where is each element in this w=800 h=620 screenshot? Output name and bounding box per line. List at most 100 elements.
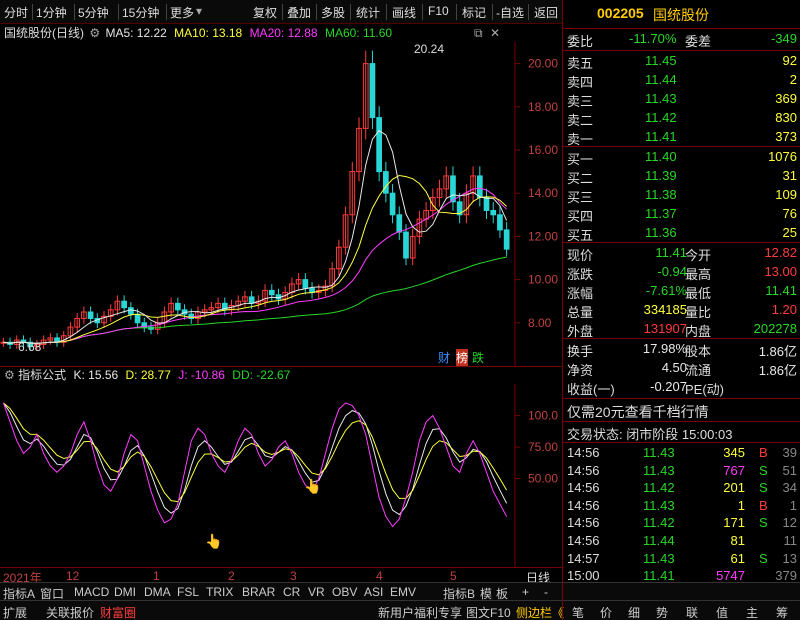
tick-row: 14:56 11.42 171 S 12 [567, 515, 797, 531]
tick-row: 15:00 11.41 5747 379 [567, 568, 797, 584]
chart-title: 国统股份(日线) [4, 26, 84, 40]
kdj-j-label: J: -10.86 [178, 368, 225, 382]
main-chart-legend: 国统股份(日线) ⚙ MA5: 12.22 MA10: 13.18 MA20: … [4, 24, 392, 42]
indicator-name[interactable]: 指标公式 [18, 368, 66, 382]
candle-body [248, 296, 255, 304]
candle-body [174, 302, 181, 311]
ask-level[interactable]: 卖五 11.45 92 [563, 52, 800, 71]
ask-level[interactable]: 卖一 11.41 373 [563, 128, 800, 147]
candle-body [497, 214, 503, 231]
toolbar-btn-back[interactable]: 返回 [534, 4, 558, 21]
tab-obv[interactable]: OBV [332, 585, 357, 599]
toolbar-btn-1min[interactable]: 1分钟 [36, 4, 67, 21]
toolbar-btn-15min[interactable]: 15分钟 [122, 4, 159, 21]
related-quotes-button[interactable]: 关联报价 [46, 604, 94, 620]
new-user-promo[interactable]: 新用户福利专享 [378, 604, 462, 620]
window-restore-icon[interactable]: ⧉ [474, 26, 483, 41]
time-tick: 5 [450, 569, 457, 583]
ma10-label: MA10: 13.18 [174, 26, 243, 40]
tab-asi[interactable]: ASI [364, 585, 383, 599]
tab-brar[interactable]: BRAR [242, 585, 275, 599]
tab-fsl[interactable]: FSL [177, 585, 199, 599]
indicator-chart[interactable]: 100.0 75.00 50.00 [0, 384, 562, 567]
time-tick: 3 [290, 569, 297, 583]
tick-row: 14:56 11.43 767 S 51 [567, 462, 797, 478]
sidebar-toggle[interactable]: 侧边栏《 [516, 604, 564, 620]
indicator-tick: 100.0 [528, 409, 558, 423]
tab-dma[interactable]: DMA [144, 585, 171, 599]
candle-body [389, 192, 396, 216]
tick-row: 14:56 11.43 1 B 1 [567, 497, 797, 513]
f10-button[interactable]: 图文F10 [466, 604, 511, 620]
wealth-circle-button[interactable]: 财富圈 [100, 604, 136, 620]
candle-body [369, 63, 376, 119]
settings-gear-icon[interactable]: ⚙ [89, 26, 100, 40]
toolbar-btn-draw[interactable]: 画线 [392, 4, 416, 21]
bid-level[interactable]: 买三 11.38 109 [563, 186, 800, 205]
promo-row[interactable]: 仅需20元查看千档行情 [563, 401, 800, 421]
tab-emv[interactable]: EMV [390, 585, 416, 599]
stats-row: 收益(一) -0.207 PE(动) [567, 379, 725, 397]
tick-row: 14:56 11.42 201 S 34 [567, 480, 797, 496]
stats-row: 换手 17.98% 股本 1.86亿 [567, 341, 797, 359]
toolbar-btn-add-watchlist[interactable]: -自选 [496, 4, 524, 21]
tick-row: 14:56 11.43 345 B 39 [567, 445, 797, 460]
toolbar-btn-statistics[interactable]: 统计 [356, 4, 380, 21]
zoom-in-button[interactable]: + [522, 585, 529, 599]
trade-status: 交易状态: 闭市阶段 15:00:03 [567, 427, 733, 442]
settings-gear-icon[interactable]: ⚙ [4, 368, 15, 382]
tab-trix[interactable]: TRIX [206, 585, 233, 599]
indicator-tick: 75.00 [528, 440, 558, 454]
bid-level[interactable]: 买四 11.37 76 [563, 205, 800, 224]
tab-macd[interactable]: MACD [74, 585, 109, 599]
stock-name: 国统股份 [653, 7, 709, 23]
candle-body [121, 300, 127, 309]
toolbar-btn-mark[interactable]: 标记 [462, 4, 486, 21]
badge-finance[interactable]: 财 [438, 349, 450, 366]
toolbar-btn-timeshare[interactable]: 分时 [4, 4, 28, 21]
badge-rank[interactable]: 榜 [456, 349, 469, 366]
price-tick: 18.00 [528, 100, 558, 114]
promo-text[interactable]: 仅需20元查看千档行情 [567, 402, 709, 422]
tab-cr[interactable]: CR [283, 585, 300, 599]
candle-body [450, 175, 456, 203]
low-annotation: 6.68 [18, 340, 42, 354]
ask-level[interactable]: 卖三 11.43 369 [563, 90, 800, 109]
hand-pointer-icon: 👆 [205, 533, 223, 549]
tab-vr[interactable]: VR [308, 585, 325, 599]
tab-dmi[interactable]: DMI [114, 585, 136, 599]
kdj-dd-label: DD: -22.67 [232, 368, 291, 382]
toolbar-btn-multi-stock[interactable]: 多股 [321, 4, 345, 21]
quote-panel: 002205 国统股份 委比 -11.70% 委差 -349 卖五 11.45 … [562, 0, 800, 620]
candle-body [302, 279, 309, 289]
price-tick: 12.00 [528, 229, 558, 243]
quote-row: 外盘 131907 内盘 202278 [567, 321, 797, 339]
toolbar-btn-overlay[interactable]: 叠加 [287, 4, 311, 21]
ask-level[interactable]: 卖四 11.44 2 [563, 71, 800, 90]
candle-body [476, 175, 483, 199]
candle-body [483, 197, 490, 211]
chevron-down-icon[interactable]: ▾ [196, 4, 202, 18]
quote-row: 总量 334185 量比 1.20 [567, 302, 797, 320]
toolbar-btn-5min[interactable]: 5分钟 [78, 4, 109, 21]
price-tick: 10.00 [528, 273, 558, 287]
bid-level[interactable]: 买五 11.36 25 [563, 224, 800, 243]
price-tick: 8.00 [528, 316, 552, 330]
zoom-out-button[interactable]: - [544, 585, 548, 599]
toolbar-btn-f10[interactable]: F10 [428, 4, 449, 18]
time-tick: 1 [153, 569, 160, 583]
toolbar-btn-restore-rights[interactable]: 复权 [253, 4, 277, 21]
stats-row: 净资 4.50 流通 1.86亿 [567, 360, 797, 378]
ask-level[interactable]: 卖二 11.42 830 [563, 109, 800, 128]
weibi-row: 委比 -11.70% 委差 -349 [567, 31, 797, 49]
bid-level[interactable]: 买二 11.39 31 [563, 167, 800, 186]
expand-button[interactable]: 扩展 [3, 604, 27, 620]
candle-body [376, 117, 382, 173]
candlestick-chart[interactable]: 20.00 18.00 16.00 14.00 12.00 10.00 8.00 [0, 42, 562, 366]
kdj-d-label: D: 28.77 [125, 368, 171, 382]
ma60-label: MA60: 11.60 [324, 26, 393, 40]
close-icon[interactable]: ✕ [490, 26, 500, 40]
toolbar-btn-more[interactable]: 更多 [170, 4, 194, 21]
bid-level[interactable]: 买一 11.40 1076 [563, 148, 800, 167]
badge-fall[interactable]: 跌 [472, 349, 484, 366]
